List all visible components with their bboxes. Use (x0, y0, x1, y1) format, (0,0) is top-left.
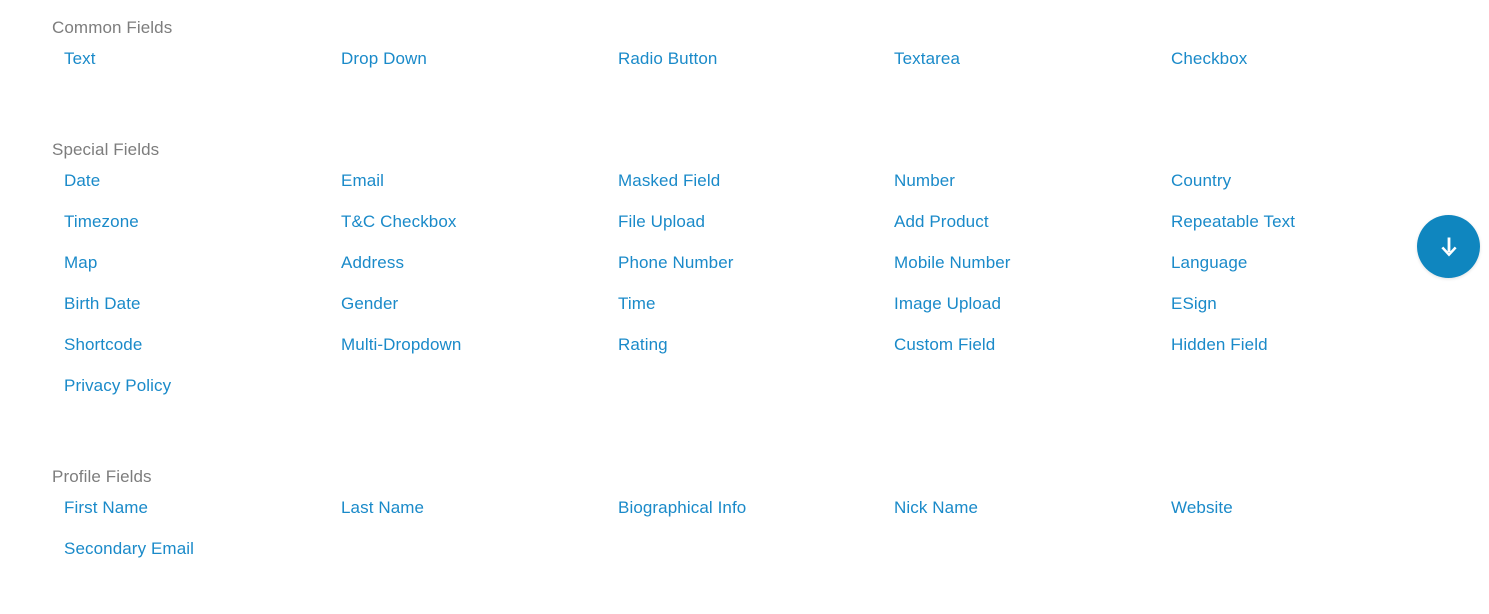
field-link[interactable]: Mobile Number (894, 252, 1011, 274)
field-link[interactable]: Birth Date (64, 293, 141, 315)
field-link[interactable]: Phone Number (618, 252, 734, 274)
field-link[interactable]: ESign (1171, 293, 1217, 315)
field-link[interactable]: Drop Down (341, 48, 427, 70)
field-grid: Date Email Masked Field Number Country Timezo… (0, 170, 1489, 416)
field-link[interactable]: Masked Field (618, 170, 720, 192)
field-link[interactable]: Image Upload (894, 293, 1001, 315)
field-link[interactable]: Privacy Policy (64, 375, 171, 397)
field-link[interactable]: Country (1171, 170, 1231, 192)
field-link[interactable]: Multi-Dropdown (341, 334, 461, 356)
field-row: Shortcode Multi-Dropdown Rating Custom Fiel… (0, 334, 1489, 375)
field-link[interactable]: File Upload (618, 211, 705, 233)
field-link[interactable]: Last Name (341, 497, 424, 519)
field-link[interactable]: Rating (618, 334, 668, 356)
field-link[interactable]: Biographical Info (618, 497, 746, 519)
field-palette-panel: Common Fields Text Drop Down Radio Button Te… (0, 0, 1489, 614)
field-link[interactable]: Shortcode (64, 334, 142, 356)
field-link[interactable]: First Name (64, 497, 148, 519)
field-link[interactable]: Add Product (894, 211, 989, 233)
field-grid: Text Drop Down Radio Button Textarea Checkbo… (0, 48, 1489, 89)
field-link[interactable]: Radio Button (618, 48, 718, 70)
field-grid: First Name Last Name Biographical Info Nick… (0, 497, 1489, 579)
field-link[interactable]: Hidden Field (1171, 334, 1268, 356)
field-link[interactable]: T&C Checkbox (341, 211, 457, 233)
field-row: Timezone T&C Checkbox File Upload Add Produ… (0, 211, 1489, 252)
field-link[interactable]: Timezone (64, 211, 139, 233)
field-link[interactable]: Language (1171, 252, 1247, 274)
field-link[interactable]: Date (64, 170, 100, 192)
field-row: Map Address Phone Number Mobile Number Langu… (0, 252, 1489, 293)
arrow-down-icon (1434, 232, 1464, 262)
field-link[interactable]: Textarea (894, 48, 960, 70)
field-link[interactable]: Custom Field (894, 334, 995, 356)
field-link[interactable]: Checkbox (1171, 48, 1247, 70)
field-link[interactable]: Nick Name (894, 497, 978, 519)
field-link[interactable]: Time (618, 293, 656, 315)
field-link[interactable]: Address (341, 252, 404, 274)
field-link[interactable]: Gender (341, 293, 398, 315)
field-row: Privacy Policy (0, 375, 1489, 416)
field-link[interactable]: Text (64, 48, 96, 70)
field-link[interactable]: Number (894, 170, 955, 192)
scroll-down-button[interactable] (1417, 215, 1480, 278)
field-link[interactable]: Map (64, 252, 97, 274)
section-title: Common Fields (52, 18, 173, 37)
field-row: Birth Date Gender Time Image Upload ESign (0, 293, 1489, 334)
field-row: Text Drop Down Radio Button Textarea Checkbo… (0, 48, 1489, 89)
field-link[interactable]: Repeatable Text (1171, 211, 1295, 233)
field-link[interactable]: Email (341, 170, 384, 192)
field-row: First Name Last Name Biographical Info Nick… (0, 497, 1489, 538)
section-title: Special Fields (52, 140, 160, 159)
section-title: Profile Fields (52, 467, 152, 486)
field-row: Secondary Email (0, 538, 1489, 579)
field-link[interactable]: Website (1171, 497, 1233, 519)
field-row: Date Email Masked Field Number Country (0, 170, 1489, 211)
field-link[interactable]: Secondary Email (64, 538, 194, 560)
